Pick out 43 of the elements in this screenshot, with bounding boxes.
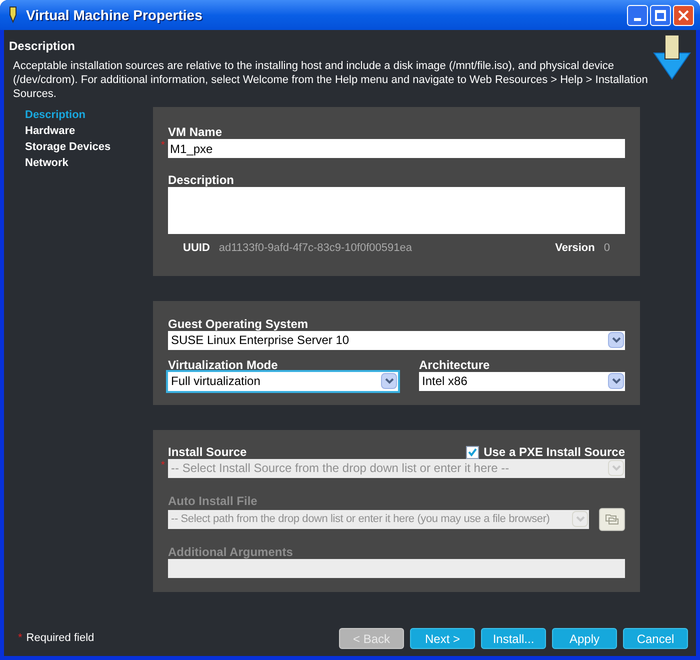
- help-text: Acceptable installation sources are relative to the installing host and include a disk image (/mnt/file.iso), and physical device (/dev/cdrom). For additional information, select Welcome from the Help menu and navigate to Web Resources > Help > Installation Sources.: [12, 59, 649, 101]
- uuid-value: ad1133f0-9afd-4f7c-83c9-10f0f00591ea: [218, 241, 413, 256]
- nav-item[interactable]: Hardware: [25, 123, 153, 139]
- nav-item[interactable]: Description: [25, 107, 153, 123]
- footer-button[interactable]: Install...: [481, 628, 546, 649]
- minimize-icon: [634, 18, 641, 20]
- required-mark: *: [161, 141, 165, 151]
- dropdown[interactable]: SUSE Linux Enterprise Server 10: [168, 330, 625, 350]
- field-label: Auto Install File: [168, 494, 258, 508]
- version-value: 0: [604, 241, 610, 256]
- required-mark: *: [161, 460, 165, 470]
- maximize-icon: [655, 10, 666, 20]
- version-label: Version: [555, 241, 595, 256]
- window-title: Virtual Machine Properties: [26, 6, 204, 25]
- close-icon: [678, 10, 689, 20]
- dropdown[interactable]: Intel x86: [419, 372, 625, 390]
- footer-button[interactable]: Next >: [410, 628, 475, 649]
- server-funnel-icon: [652, 33, 692, 81]
- field-label: Virtualization Mode: [168, 358, 279, 372]
- minimize-button[interactable]: [627, 4, 648, 26]
- maximize-button[interactable]: [650, 4, 671, 26]
- vm-name-field[interactable]: M1_pxe: [168, 139, 625, 158]
- pxe-checkbox[interactable]: [466, 446, 479, 458]
- field-label: Guest Operating System: [168, 316, 310, 330]
- section-heading: Description: [9, 38, 76, 55]
- required-mark: *: [18, 631, 22, 646]
- footer-button[interactable]: Apply: [552, 628, 617, 649]
- field-label: Use a PXE Install Source: [484, 444, 625, 458]
- required-field-note: Required field: [26, 631, 96, 646]
- footer-button[interactable]: Cancel: [623, 628, 688, 649]
- uuid-label: UUID: [183, 241, 210, 256]
- field-label: Architecture: [419, 358, 491, 372]
- field-label: Description: [168, 173, 236, 187]
- description-field[interactable]: [168, 187, 625, 234]
- field-label: VM Name: [168, 125, 224, 139]
- browse-button[interactable]: [599, 508, 625, 530]
- field-label: Additional Arguments: [168, 544, 294, 558]
- field-label: Install Source: [168, 444, 248, 458]
- nav-item[interactable]: Network: [25, 155, 153, 171]
- nav-item[interactable]: Storage Devices: [25, 139, 153, 155]
- close-button[interactable]: [673, 4, 694, 26]
- folders-icon: [605, 513, 619, 525]
- dropdown[interactable]: Full virtualization: [168, 372, 398, 390]
